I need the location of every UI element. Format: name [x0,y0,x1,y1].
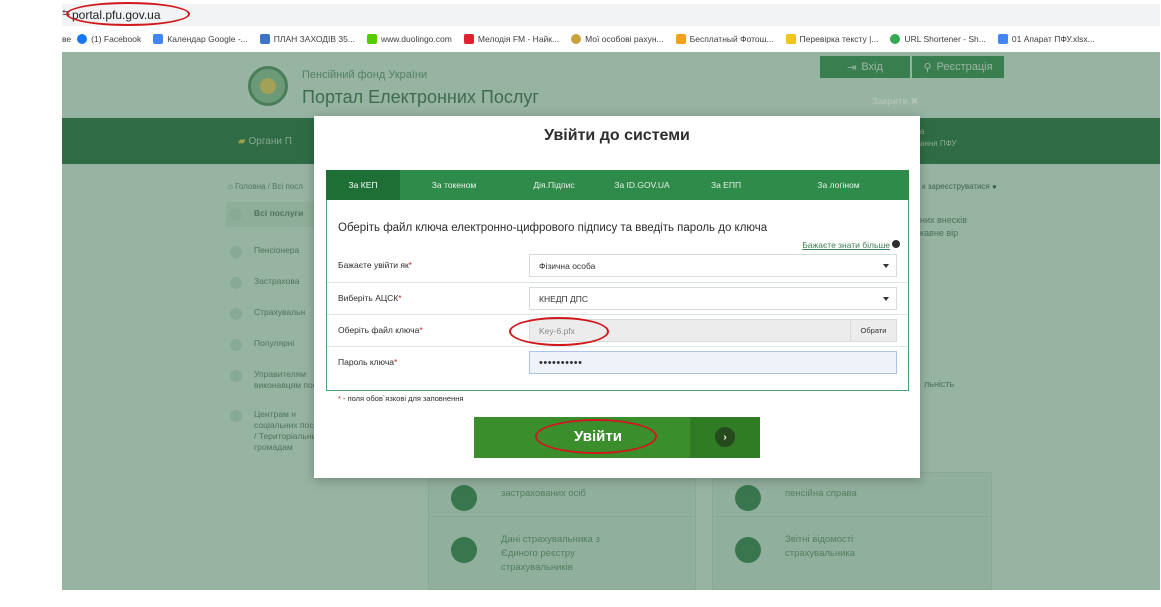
bookmarks-bar: ве (1) Facebook Календар Google -... ПЛА… [62,28,1160,50]
tab-token[interactable]: За токеном [400,170,508,200]
document-icon [259,34,270,44]
bookmark-item[interactable]: Календар Google -... [153,34,248,44]
bookmark-item[interactable]: Мелодія FM - Найк... [463,34,559,44]
drive-icon [997,34,1008,44]
password-label: Пароль ключа* [338,357,398,367]
duolingo-icon [366,34,377,44]
facebook-icon [77,34,88,44]
submit-annotation-ellipse [535,419,657,454]
bookmark-item[interactable]: www.duolingo.com [366,34,452,44]
radio-icon [463,34,474,44]
acsk-select[interactable]: КНЕДП ДПС [529,287,897,310]
bookmark-item[interactable]: Бесплатный Фотош... [675,34,774,44]
keyfile-annotation-ellipse [509,317,609,346]
tab-epp[interactable]: За ЕПП [684,170,768,200]
password-input[interactable]: •••••••••• [529,351,897,374]
keyfile-label: Оберіть файл ключа* [338,325,423,335]
required-marker: * [393,357,398,367]
tab-kep[interactable]: За КЕП [326,170,400,200]
bookmark-item[interactable]: ПЛАН ЗАХОДІВ 35... [259,34,355,44]
address-bar[interactable] [62,4,1160,26]
required-note: * - поля обов`язкові для заповнення [338,394,464,403]
login-tabs: За КЕП За токеном Дія.Підпис За ID.GOV.U… [326,170,909,200]
bookmark-item[interactable]: Перевірка тексту |... [785,34,878,44]
bookmark-item[interactable]: 01 Апарат ПФУ.xlsx... [997,34,1095,44]
tab-login[interactable]: За логіном [768,170,909,200]
acsk-label: Виберіть АЦСК* [338,293,402,303]
panel-heading: Оберіть файл ключа електронно-цифрового … [338,222,768,234]
chevron-down-icon [883,297,889,301]
submit-arrow: › [690,417,760,458]
bookmark-item[interactable]: URL Shortener - Sh... [890,34,986,44]
bookmark-overflow: ве [62,34,72,44]
kep-panel: Оберіть файл ключа електронно-цифрового … [326,200,909,391]
photo-editor-icon [675,34,686,44]
tab-idgovua[interactable]: За ID.GOV.UA [600,170,684,200]
calendar-icon [153,34,164,44]
bookmark-item[interactable]: (1) Facebook [77,34,141,44]
required-marker: * [398,293,402,303]
chevron-right-icon: › [715,427,735,447]
bookmark-item[interactable]: Мої особові рахун... [571,34,664,44]
link-icon [890,34,901,44]
required-marker: * [408,260,412,270]
tab-diia[interactable]: Дія.Підпис [508,170,600,200]
choose-file-button[interactable]: Обрати [850,320,896,341]
learn-more-link[interactable]: Бажаєте знати більше [802,240,900,250]
login-as-row: Бажаєте увійти як* Фізична особа [327,250,908,281]
text-check-icon [785,34,796,44]
help-icon [892,240,900,248]
keyfile-row: Оберіть файл ключа* Key-6.pfx Обрати [327,314,908,345]
password-row: Пароль ключа* •••••••••• [327,346,908,377]
chevron-down-icon [883,264,889,268]
acsk-row: Виберіть АЦСК* КНЕДП ДПС [327,282,908,313]
modal-title: Увійти до системи [544,127,690,144]
login-as-select[interactable]: Фізична особа [529,254,897,277]
account-icon [571,34,582,44]
login-as-label: Бажаєте увійти як* [338,260,412,270]
required-marker: * [419,325,423,335]
url-annotation-ellipse [66,2,190,26]
